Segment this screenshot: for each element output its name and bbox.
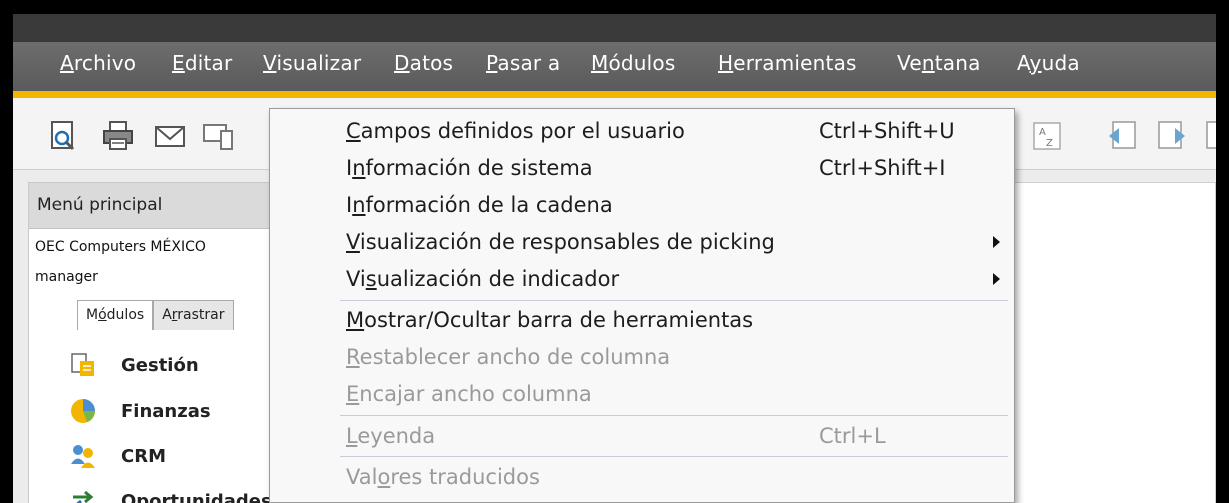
shortcut-text: Ctrl+Shift+I [819,156,946,180]
visualizar-dropdown-menu: Campos definidos por el usuario Ctrl+Shi… [269,108,1015,503]
module-label: Finanzas [121,400,211,422]
menu-item-valores-traducidos: Valores traducidos [346,465,540,489]
menu-separator [340,415,1008,416]
menu-datos[interactable]: Datos [394,51,453,75]
module-crm[interactable]: CRM [69,438,166,474]
shortcut-text: Ctrl+Shift+U [819,119,955,143]
svg-text:A: A [1039,127,1046,138]
window-title-strip [13,14,1216,42]
module-oportunidades[interactable]: Oportunidades [69,483,272,503]
submenu-arrow-icon [993,273,1000,285]
menu-item-campos-definidos[interactable]: Campos definidos por el usuario Ctrl+Shi… [346,115,1004,149]
menu-pasar-a[interactable]: Pasar a [486,51,560,75]
menu-item-responsables-picking[interactable]: Visualización de responsables de picking [346,226,1004,260]
module-finanzas[interactable]: Finanzas [69,393,211,429]
module-label: Oportunidades [121,490,272,503]
application-window: Archivo Editar Visualizar Datos Pasar a … [13,14,1216,503]
menu-herramientas[interactable]: Herramientas [718,51,857,75]
exchange-arrows-icon [73,490,94,503]
menu-separator [340,456,1008,457]
shortcut-text: Ctrl+L [819,424,886,448]
people-icon [71,445,95,468]
menu-editar[interactable]: Editar [172,51,232,75]
menu-item-informacion-cadena[interactable]: Información de la cadena [346,189,1004,223]
menu-ventana[interactable]: Ventana [897,51,981,75]
menu-item-restablecer-ancho: Restablecer ancho de columna [346,345,671,369]
menu-modulos[interactable]: Módulos [591,51,676,75]
tab-modulos[interactable]: Módulos [77,300,154,330]
print-preview-icon[interactable] [47,119,81,153]
company-name: OEC Computers MÉXICO [35,239,206,255]
module-label: CRM [121,445,166,467]
menu-item-leyenda: Leyenda Ctrl+L [346,424,886,448]
svg-text:Z: Z [1046,138,1053,149]
tab-arrastrar[interactable]: Arrastrar [153,300,234,330]
previous-record-icon[interactable] [1105,119,1139,153]
menu-item-visualizacion-indicador[interactable]: Visualización de indicador [346,263,1004,297]
email-icon[interactable] [153,119,187,153]
submenu-arrow-icon [993,236,1000,248]
menu-archivo[interactable]: Archivo [60,51,136,75]
main-menu-tabs: Módulos Arrastrar [77,300,234,330]
gestion-icon [71,353,94,376]
menu-visualizar[interactable]: Visualizar [263,51,361,75]
sort-az-icon[interactable]: AZ [1030,119,1064,153]
menu-item-mostrar-ocultar-barra[interactable]: Mostrar/Ocultar barra de herramientas [346,304,1004,338]
menu-item-informacion-sistema[interactable]: Información de sistema Ctrl+Shift+I [346,152,1004,186]
menu-separator [340,300,1008,301]
sms-icon[interactable] [201,119,235,153]
last-record-icon[interactable] [1203,119,1216,153]
menu-item-encajar-ancho: Encajar ancho columna [346,382,592,406]
user-name: manager [35,269,98,285]
window-edge [1216,14,1229,503]
module-gestion[interactable]: Gestión [69,347,199,383]
menu-ayuda[interactable]: Ayuda [1017,51,1080,75]
menu-bar: Archivo Editar Visualizar Datos Pasar a … [13,42,1216,98]
module-label: Gestión [121,354,199,376]
next-record-icon[interactable] [1155,119,1189,153]
print-icon[interactable] [101,119,135,153]
pie-chart-icon [71,399,95,423]
